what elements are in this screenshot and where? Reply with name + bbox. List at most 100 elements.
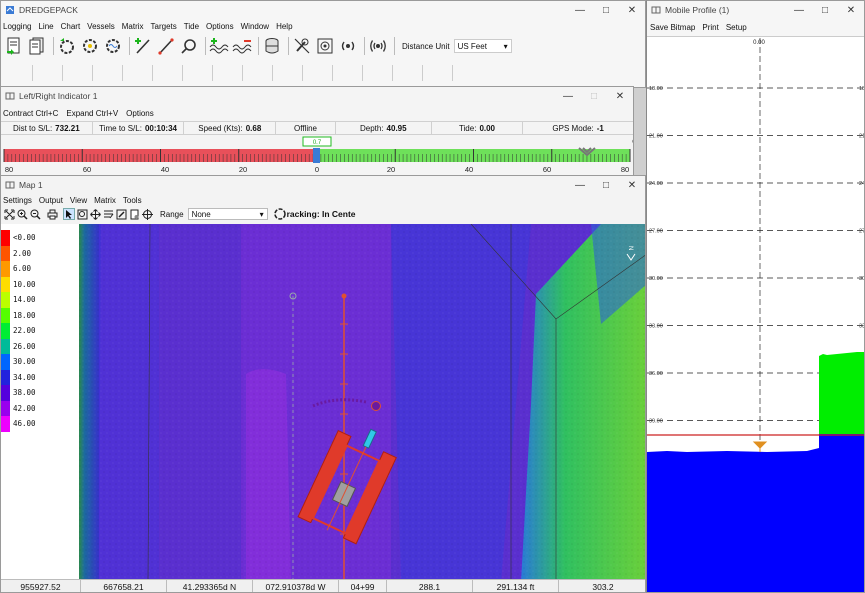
online-status: Offline: [276, 122, 336, 134]
target-button[interactable]: [141, 208, 153, 220]
log-file-button[interactable]: [27, 36, 47, 56]
maximize-button[interactable]: □: [593, 180, 619, 191]
tank-button[interactable]: [262, 36, 282, 56]
measure-button[interactable]: [102, 208, 114, 220]
toolbar-slot: [95, 65, 123, 81]
add-line-button[interactable]: [133, 36, 153, 56]
menu-chart[interactable]: Chart: [61, 22, 81, 31]
close-button[interactable]: ✕: [619, 5, 645, 16]
maximize-button[interactable]: □: [812, 5, 838, 16]
edit-button[interactable]: [115, 208, 127, 220]
menu-view[interactable]: View: [70, 196, 87, 205]
remove-tide-button[interactable]: [232, 36, 252, 56]
cylinder-icon: [265, 38, 279, 54]
minimize-button[interactable]: —: [567, 5, 593, 16]
maximize-button[interactable]: □: [581, 91, 607, 102]
legend-item: 22.00: [1, 323, 43, 339]
legend-item: 6.00: [1, 261, 43, 277]
main-title: DREDGEPACK: [19, 5, 78, 15]
legend-item: 10.00: [1, 276, 43, 292]
menu-save-bitmap[interactable]: Save Bitmap: [650, 23, 695, 32]
menu-help[interactable]: Help: [276, 22, 292, 31]
menu-output[interactable]: Output: [39, 196, 63, 205]
toolbar-separator: [53, 37, 54, 55]
close-button[interactable]: ✕: [619, 180, 645, 191]
speed: Speed (Kts): 0.68: [184, 122, 277, 134]
depth-label: 24.00: [649, 181, 663, 187]
menu-tools[interactable]: Tools: [123, 196, 142, 205]
main-window: DREDGEPACK — □ ✕ Logging Line Chart Vess…: [0, 0, 646, 88]
maximize-button[interactable]: □: [593, 5, 619, 16]
fit-extents-button[interactable]: [3, 208, 15, 220]
depth-label: 33.00: [649, 324, 663, 330]
close-button[interactable]: ✕: [607, 91, 633, 102]
pan-button[interactable]: [89, 208, 101, 220]
menu-print[interactable]: Print: [702, 23, 718, 32]
wave-gear-button[interactable]: [103, 36, 123, 56]
menu-matrix[interactable]: Matrix: [122, 22, 144, 31]
minimize-button[interactable]: —: [786, 5, 812, 16]
signal-strong-button[interactable]: [368, 36, 388, 56]
signal-button[interactable]: [338, 36, 358, 56]
menu-contract[interactable]: Contract Ctrl+C: [3, 109, 58, 118]
toolbar-separator: [288, 37, 289, 55]
minimize-button[interactable]: —: [567, 180, 593, 191]
add-tide-button[interactable]: [209, 36, 229, 56]
disable-tool-button[interactable]: [292, 36, 312, 56]
legend-swatch: [1, 323, 10, 339]
menu-setup[interactable]: Setup: [726, 23, 747, 32]
new-log-button[interactable]: [4, 36, 24, 56]
legend-swatch: [1, 245, 10, 261]
close-button[interactable]: ✕: [838, 5, 864, 16]
center-marker-value: 0.7: [313, 140, 322, 146]
tracking-icon[interactable]: [273, 208, 286, 220]
menu-vessels[interactable]: Vessels: [87, 22, 115, 31]
range-select[interactable]: None ▾: [187, 208, 268, 220]
menu-expand[interactable]: Expand Ctrl+V: [66, 109, 118, 118]
zoom-out-button[interactable]: [29, 208, 41, 220]
select-tool-button[interactable]: [63, 208, 75, 220]
legend-item: 18.00: [1, 307, 43, 323]
mobile-profile-window: Mobile Profile (1) — □ ✕ Save Bitmap Pri…: [646, 0, 865, 593]
main-menubar: Logging Line Chart Vessels Matrix Target…: [1, 19, 645, 33]
menu-logging[interactable]: Logging: [3, 22, 31, 31]
depth-label-right: 18: [859, 86, 865, 92]
north-arrow-label: N: [627, 246, 633, 250]
menu-targets[interactable]: Targets: [151, 22, 177, 31]
app-icon: [6, 6, 14, 14]
zoom-in-button[interactable]: [16, 208, 28, 220]
menu-line[interactable]: Line: [38, 22, 53, 31]
legend-swatch: [1, 276, 10, 292]
menu-lri-options[interactable]: Options: [126, 109, 154, 118]
bathymetry-map[interactable]: N: [1, 224, 646, 582]
target-box-button[interactable]: [315, 36, 335, 56]
overflow-text-2: emp: [632, 139, 634, 145]
menu-tide[interactable]: Tide: [184, 22, 199, 31]
rotate-right-button[interactable]: [80, 36, 100, 56]
minimize-button[interactable]: —: [555, 91, 581, 102]
wave-gear-icon: [106, 39, 120, 53]
menu-window[interactable]: Window: [241, 22, 269, 31]
profile-titlebar: Mobile Profile (1) — □ ✕: [647, 1, 864, 19]
zoom-box-button[interactable]: [76, 208, 88, 220]
legend-swatch: [1, 385, 10, 401]
draw-line-button[interactable]: [156, 36, 176, 56]
menu-settings[interactable]: Settings: [3, 196, 32, 205]
distance-unit-select[interactable]: US Feet ▾: [453, 39, 512, 53]
profile-bottom: [647, 434, 864, 592]
lri-menubar: Contract Ctrl+C Expand Ctrl+V Options: [1, 105, 633, 121]
legend-item: 46.00: [1, 416, 43, 432]
menu-map-matrix[interactable]: Matrix: [94, 196, 116, 205]
menu-options[interactable]: Options: [206, 22, 234, 31]
depth-label: 30.00: [649, 276, 663, 282]
scale-label: 40: [465, 165, 473, 174]
print-button[interactable]: [46, 208, 58, 220]
window-icon: [5, 181, 15, 189]
toolbar-slot: [245, 65, 273, 81]
survey-line-start: [341, 293, 347, 299]
status-northing: 667658.21: [81, 580, 167, 592]
time-to-sl: Time to S/L: 00:10:34: [93, 122, 185, 134]
loop-line-button[interactable]: [179, 36, 199, 56]
rotate-left-button[interactable]: [57, 36, 77, 56]
document-button[interactable]: [128, 208, 140, 220]
